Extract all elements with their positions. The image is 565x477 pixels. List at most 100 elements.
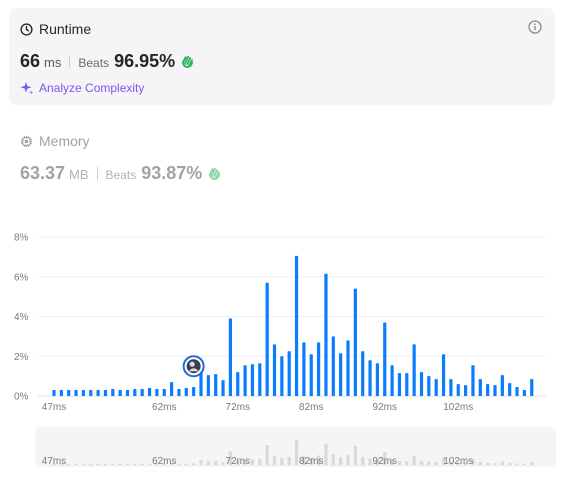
navigator-bar [74,463,78,465]
bar[interactable] [133,389,137,396]
x-tick-label: 62ms [152,402,176,413]
bar[interactable] [302,342,306,396]
bar[interactable] [162,389,166,396]
bar[interactable] [184,388,188,396]
navigator-bar [206,461,210,465]
bar[interactable] [478,379,482,396]
navigator-bar [133,463,137,465]
bar[interactable] [287,351,291,396]
runtime-distribution-chart[interactable]: 0% 2% 4% 6% 8% 47ms 62ms 72ms 82ms 92ms 102ms 47m… [0,0,565,477]
bar[interactable] [125,390,130,396]
bar[interactable] [236,372,240,396]
bar[interactable] [103,390,108,396]
bar[interactable] [111,389,115,396]
bar[interactable] [67,390,71,396]
bar[interactable] [500,375,504,396]
bar[interactable] [59,390,63,396]
bar[interactable] [294,255,299,396]
navigator-bar [199,460,203,465]
navigator-bar [522,463,526,465]
bar[interactable] [74,390,78,396]
bar[interactable] [89,390,93,396]
current-submission-marker[interactable] [182,355,205,378]
navigator-bar [331,454,335,465]
bar[interactable] [419,372,424,396]
bar[interactable] [228,318,232,396]
bar[interactable] [339,353,343,396]
bar[interactable] [412,344,416,396]
bar[interactable] [317,342,321,396]
range-navigator[interactable]: 47ms 62ms 72ms 82ms 92ms 102ms [35,427,556,467]
bar[interactable] [280,356,284,396]
bar[interactable] [346,340,350,396]
bar[interactable] [258,363,262,396]
bar[interactable] [434,379,438,396]
navigator-bar [67,463,71,465]
navigator-bar [250,459,255,465]
x-tick-label: 82ms [299,402,323,413]
bar[interactable] [272,344,277,396]
x-tick-label: 92ms [373,402,397,413]
bar[interactable] [390,365,394,396]
bar[interactable] [449,379,453,396]
bar[interactable] [405,373,409,396]
bar[interactable] [177,389,181,396]
bar[interactable] [206,375,210,396]
bar[interactable] [118,390,122,396]
navigator-bar [184,463,188,465]
navigator-bar [111,463,115,465]
bar[interactable] [52,390,56,396]
bar[interactable] [331,336,335,396]
bar[interactable] [530,379,534,396]
bar[interactable] [375,363,379,396]
bar[interactable] [96,390,100,396]
y-axis-ticks: 0% 2% 4% 6% 8% [14,233,29,403]
bar[interactable] [147,388,152,396]
navigator-bar [287,457,291,465]
navigator-bar [192,463,196,465]
y-tick-label: 0% [14,392,29,403]
bar[interactable] [486,384,490,396]
bar[interactable] [361,351,365,396]
navigator-bar [294,440,299,465]
navigator-bar [177,463,181,465]
navigator-bar [427,461,431,465]
bar[interactable] [250,364,255,396]
bar[interactable] [155,389,159,396]
navigator-tick-label: 62ms [152,456,176,467]
bar[interactable] [397,373,402,396]
bar[interactable] [522,390,526,396]
bar[interactable] [493,385,497,396]
navigator-bar [478,462,482,465]
navigator-bar [118,463,122,465]
bar[interactable] [383,322,387,396]
navigator-tick-label: 47ms [42,456,66,467]
bar[interactable] [170,382,174,396]
bar[interactable] [368,360,372,396]
y-tick-label: 2% [14,352,29,363]
x-tick-label: 102ms [443,402,473,413]
grid-lines [38,236,546,397]
bar[interactable] [192,387,196,396]
x-axis-ticks: 47ms 62ms 72ms 82ms 92ms 102ms [42,402,473,413]
bar[interactable] [221,380,225,396]
navigator-bar [493,463,497,465]
bar[interactable] [214,374,218,396]
bar[interactable] [324,273,328,396]
navigator-bar [214,461,218,465]
bar[interactable] [441,354,446,396]
bar[interactable] [464,385,468,396]
navigator-bar [508,462,512,465]
bar[interactable] [427,376,431,396]
bar[interactable] [243,365,247,396]
bar[interactable] [309,354,313,396]
bar[interactable] [515,387,519,396]
bar[interactable] [353,288,357,396]
bar[interactable] [265,282,269,396]
bar[interactable] [456,384,460,396]
bar[interactable] [140,389,144,396]
bar[interactable] [81,390,85,396]
bar[interactable] [508,383,512,396]
navigator-bar [147,463,152,465]
bar[interactable] [471,365,475,396]
